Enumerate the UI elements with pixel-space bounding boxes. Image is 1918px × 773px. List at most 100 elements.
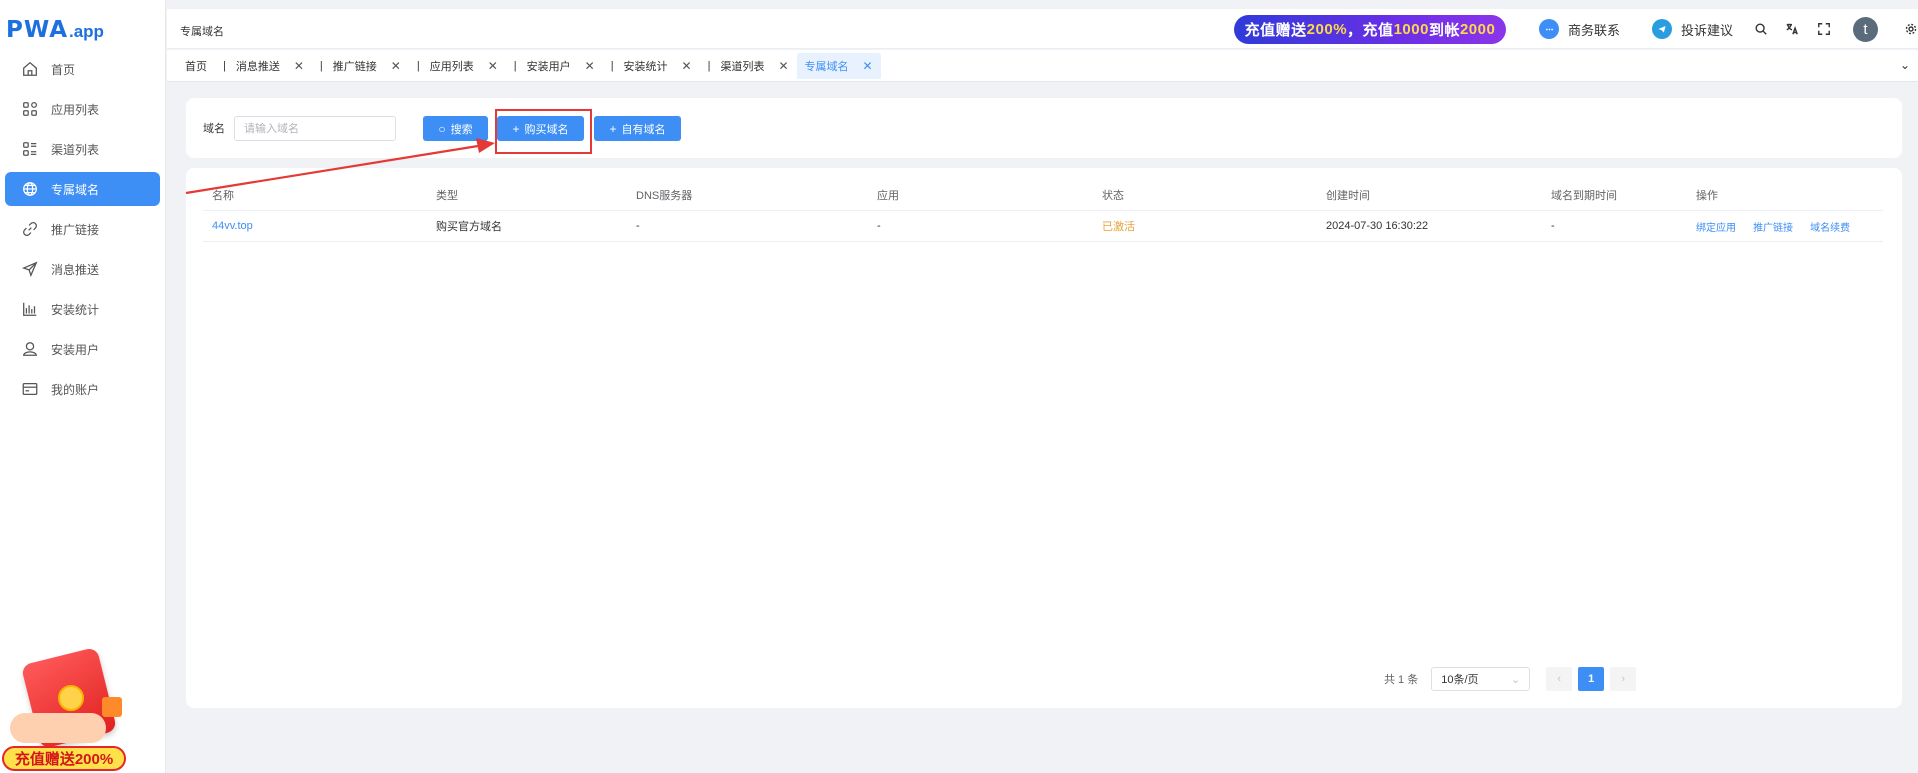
recharge-promo[interactable]: 充值赠送200% [0, 645, 130, 773]
annotation-highlight-box [495, 109, 592, 154]
promo-label: 充值赠送200% [2, 746, 126, 771]
plus-icon: + [609, 121, 617, 136]
list-icon [21, 140, 39, 158]
tab-domains[interactable]: 专属域名 ✕ [796, 53, 881, 79]
banner-text-2: ，充值 [1347, 22, 1394, 39]
tab-label: 渠道列表 [720, 61, 765, 73]
sidebar-item-apps[interactable]: 应用列表 [5, 92, 160, 126]
tab-promo-links[interactable]: | 推广链接 ✕ [312, 53, 409, 79]
search-icon: ○ [438, 121, 446, 136]
row-actions: 绑定应用 推广链接 域名续费 [1687, 219, 1883, 234]
business-contact-link[interactable]: 商务联系 [1539, 19, 1620, 39]
prev-page-button[interactable]: ‹ [1546, 667, 1573, 691]
own-domain-label: 自有域名 [621, 123, 666, 136]
sidebar-item-domains[interactable]: 专属域名 [5, 172, 160, 206]
chevron-down-icon: ⌄ [1511, 673, 1521, 686]
column-header: 操作 [1696, 190, 1718, 202]
sidebar-item-push[interactable]: 消息推送 [5, 252, 160, 286]
sidebar-item-install-stats[interactable]: 安装统计 [5, 292, 160, 326]
bind-app-action[interactable]: 绑定应用 [1696, 223, 1736, 234]
tab-label: 专属域名 [804, 61, 849, 73]
chat-bubble-icon [1539, 19, 1559, 39]
tab-install-stats[interactable]: | 安装统计 ✕ [603, 53, 700, 79]
tab-label: 安装统计 [623, 61, 668, 73]
chevron-down-icon[interactable]: ⌄ [1900, 58, 1910, 72]
chevron-left-icon: ‹ [1557, 673, 1562, 685]
renew-domain-action[interactable]: 域名续费 [1810, 223, 1850, 234]
tab-separator: | [513, 60, 517, 72]
globe-icon [21, 180, 39, 198]
feedback-link[interactable]: 投诉建议 [1652, 19, 1733, 39]
total-count: 共 1 条 [1384, 674, 1419, 686]
next-page-button[interactable]: › [1610, 667, 1637, 691]
page-size-select[interactable]: 10条/页 ⌄ [1431, 667, 1531, 691]
domain-table-panel: 名称 类型 DNS服务器 应用 状态 创建时间 域名到期时间 操作 44vv.t… [186, 168, 1902, 708]
close-icon[interactable]: ✕ [391, 59, 401, 73]
domain-name-link[interactable]: 44vv.top [203, 220, 427, 232]
domain-filter-label: 域名 [203, 123, 225, 135]
column-header: 名称 [212, 190, 234, 202]
tab-label: 安装用户 [526, 61, 571, 73]
bar-chart-icon [21, 300, 39, 318]
sidebar-item-label: 消息推送 [51, 262, 100, 277]
sidebar-nav: 首页 应用列表 渠道列表 专属域名 推广链接 消息推送 安装统计 安装用户 我的… [5, 52, 160, 412]
column-header: 域名到期时间 [1551, 190, 1617, 202]
tab-install-users[interactable]: | 安装用户 ✕ [506, 53, 603, 79]
close-icon[interactable]: ✕ [294, 59, 304, 73]
banner-text-3: 到帐 [1428, 22, 1460, 39]
sidebar-item-label: 安装统计 [51, 302, 100, 317]
table-header-row: 名称 类型 DNS服务器 应用 状态 创建时间 域名到期时间 操作 [203, 180, 1883, 211]
close-icon[interactable]: ✕ [682, 59, 692, 73]
sidebar-item-account[interactable]: 我的账户 [5, 372, 160, 406]
tab-list: 首页 | 消息推送 ✕ | 推广链接 ✕ | 应用列表 ✕ | 安装用户 ✕ |… [177, 53, 881, 79]
sidebar-item-label: 专属域名 [51, 182, 100, 197]
own-domain-button[interactable]: + 自有域名 [594, 116, 681, 141]
app-logo[interactable]: PWA .app [6, 16, 104, 44]
gear-icon[interactable] [1903, 21, 1918, 37]
banner-highlight-2: 1000 [1393, 21, 1429, 38]
tab-label: 消息推送 [235, 61, 280, 73]
tab-bar: 首页 | 消息推送 ✕ | 推广链接 ✕ | 应用列表 ✕ | 安装用户 ✕ |… [167, 50, 1918, 82]
sidebar-item-home[interactable]: 首页 [5, 52, 160, 86]
close-icon[interactable]: ✕ [585, 59, 595, 73]
expiry-time: - [1551, 220, 1555, 232]
sidebar-item-promo-links[interactable]: 推广链接 [5, 212, 160, 246]
page-number-button[interactable]: 1 [1578, 667, 1605, 691]
telegram-icon [1652, 19, 1672, 39]
sidebar-item-install-users[interactable]: 安装用户 [5, 332, 160, 366]
fullscreen-icon[interactable] [1816, 21, 1832, 37]
banner-highlight-3: 2000 [1459, 21, 1496, 38]
search-icon[interactable] [1753, 21, 1769, 37]
page-title: 专属域名 [180, 26, 224, 38]
tab-apps[interactable]: | 应用列表 ✕ [409, 53, 506, 79]
domain-search-input[interactable] [234, 116, 396, 141]
logo-mark: PWA [6, 17, 68, 43]
tab-home[interactable]: 首页 [177, 53, 215, 79]
sidebar-item-label: 渠道列表 [51, 142, 100, 157]
home-icon [21, 60, 39, 78]
tab-label: 首页 [185, 61, 207, 73]
tab-separator: | [707, 60, 711, 72]
search-button[interactable]: ○ 搜索 [423, 116, 488, 141]
avatar[interactable]: t [1853, 17, 1878, 42]
close-icon[interactable]: ✕ [488, 59, 498, 73]
domain-type: 购买官方域名 [436, 221, 502, 233]
tab-channels[interactable]: | 渠道列表 ✕ [700, 53, 797, 79]
search-button-label: 搜索 [450, 123, 473, 136]
link-icon [21, 220, 39, 238]
table-row: 44vv.top 购买官方域名 - - 已激活 2024-07-30 16:30… [203, 211, 1883, 242]
tab-separator: | [319, 60, 323, 72]
sidebar-item-channels[interactable]: 渠道列表 [5, 132, 160, 166]
wallet-icon [21, 380, 39, 398]
close-icon[interactable]: ✕ [863, 59, 873, 73]
promo-link-action[interactable]: 推广链接 [1753, 223, 1793, 234]
translate-icon[interactable] [1784, 21, 1800, 37]
column-header: DNS服务器 [636, 190, 693, 202]
close-icon[interactable]: ✕ [778, 59, 788, 73]
tab-separator: | [416, 60, 420, 72]
tab-push[interactable]: | 消息推送 ✕ [215, 53, 312, 79]
hand-illustration [10, 713, 106, 743]
tab-separator: | [610, 60, 614, 72]
recharge-banner[interactable]: 充值赠送 200% ，充值 1000 到帐 2000 [1234, 15, 1506, 44]
tab-label: 推广链接 [332, 61, 377, 73]
